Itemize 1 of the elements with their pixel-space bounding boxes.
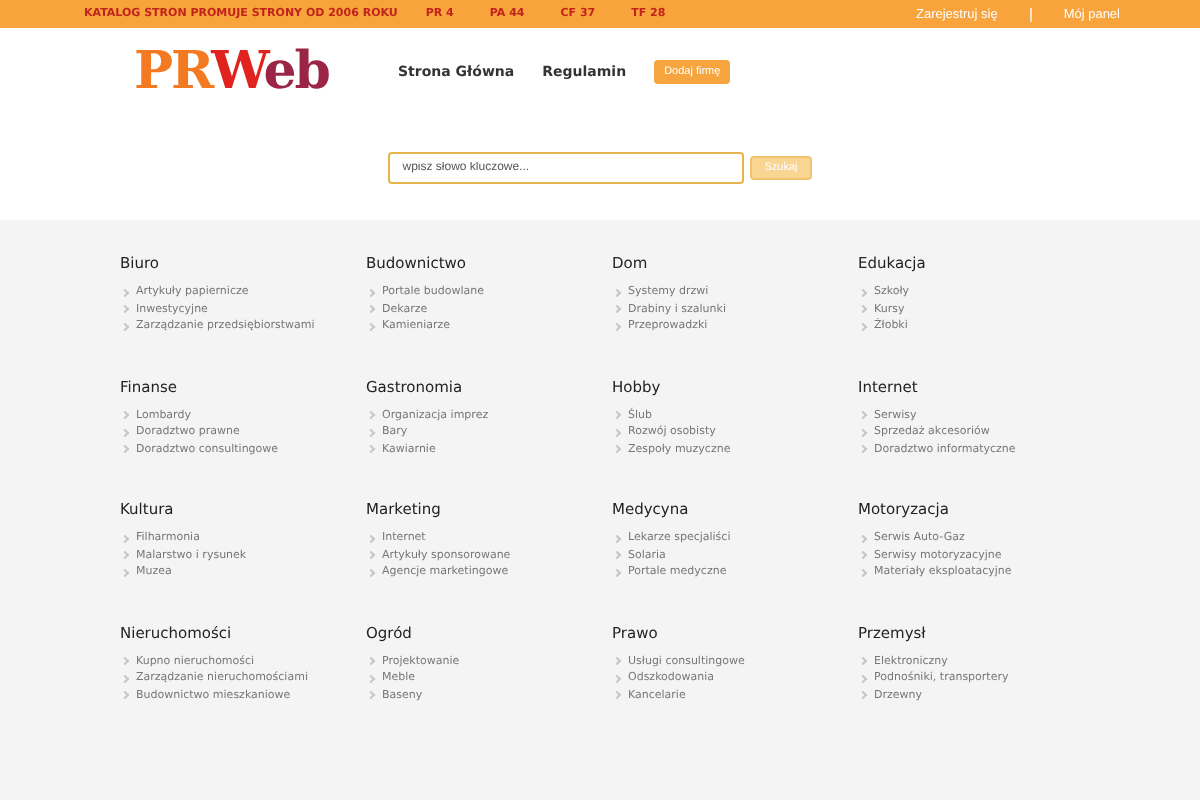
logo[interactable]: PRWeb [134, 46, 354, 98]
